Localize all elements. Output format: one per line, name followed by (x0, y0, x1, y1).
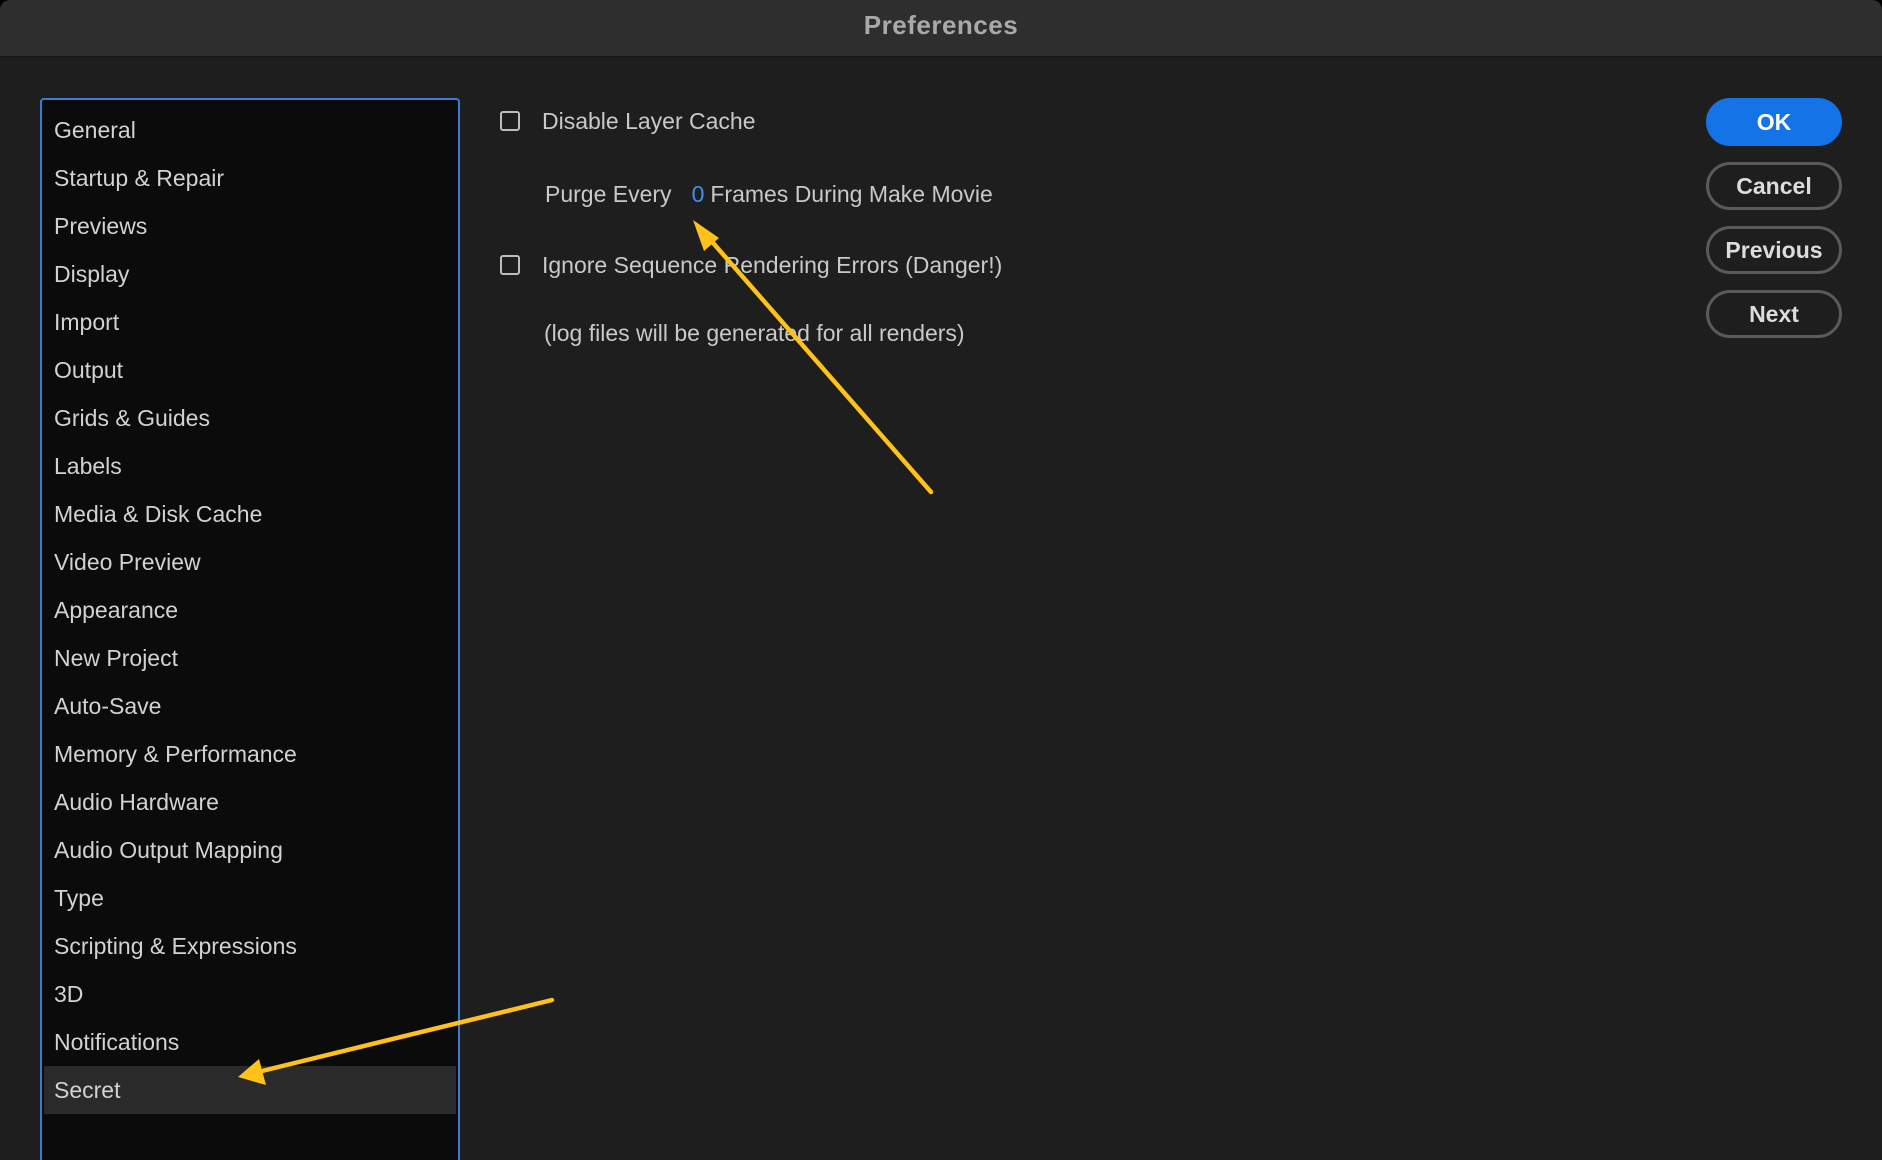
window-title: Preferences (863, 10, 1019, 40)
sidebar-item-display[interactable]: Display (44, 250, 456, 298)
disable-layer-cache-checkbox[interactable] (500, 111, 520, 131)
sidebar-item-type[interactable]: Type (44, 874, 456, 922)
sidebar-item-notifications[interactable]: Notifications (44, 1018, 456, 1066)
preferences-window: Preferences General Startup & Repair Pre… (0, 0, 1882, 1160)
sidebar-item-auto-save[interactable]: Auto-Save (44, 682, 456, 730)
ok-button[interactable]: OK (1706, 98, 1842, 146)
sidebar-item-video-preview[interactable]: Video Preview (44, 538, 456, 586)
ignore-rendering-errors-checkbox[interactable] (500, 255, 520, 275)
purge-frames-suffix: Frames During Make Movie (710, 181, 993, 207)
previous-button[interactable]: Previous (1706, 226, 1842, 274)
sidebar-item-audio-hardware[interactable]: Audio Hardware (44, 778, 456, 826)
sidebar-item-grids-guides[interactable]: Grids & Guides (44, 394, 456, 442)
sidebar-item-startup-repair[interactable]: Startup & Repair (44, 154, 456, 202)
sidebar-item-previews[interactable]: Previews (44, 202, 456, 250)
cancel-button[interactable]: Cancel (1706, 162, 1842, 210)
sidebar-item-new-project[interactable]: New Project (44, 634, 456, 682)
log-files-note: (log files will be generated for all ren… (544, 320, 965, 346)
sidebar-item-media-disk-cache[interactable]: Media & Disk Cache (44, 490, 456, 538)
sidebar-item-appearance[interactable]: Appearance (44, 586, 456, 634)
sidebar-item-memory-performance[interactable]: Memory & Performance (44, 730, 456, 778)
sidebar-item-3d[interactable]: 3D (44, 970, 456, 1018)
sidebar-item-secret[interactable]: Secret (44, 1066, 456, 1114)
title-bar[interactable]: Preferences (0, 0, 1882, 57)
sidebar-item-labels[interactable]: Labels (44, 442, 456, 490)
ignore-rendering-errors-label[interactable]: Ignore Sequence Rendering Errors (Danger… (542, 252, 1002, 279)
sidebar-item-output[interactable]: Output (44, 346, 456, 394)
sidebar-item-import[interactable]: Import (44, 298, 456, 346)
preferences-category-list[interactable]: General Startup & Repair Previews Displa… (40, 98, 460, 1160)
disable-layer-cache-label[interactable]: Disable Layer Cache (542, 108, 756, 135)
sidebar-item-scripting-expressions[interactable]: Scripting & Expressions (44, 922, 456, 970)
sidebar-item-general[interactable]: General (44, 106, 456, 154)
next-button[interactable]: Next (1706, 290, 1842, 338)
purge-frames-value-field[interactable]: 0 (692, 181, 705, 207)
purge-every-row: Purge Every 0 Frames During Make Movie (545, 181, 993, 208)
sidebar-item-audio-output-mapping[interactable]: Audio Output Mapping (44, 826, 456, 874)
purge-every-label: Purge Every (545, 181, 672, 207)
